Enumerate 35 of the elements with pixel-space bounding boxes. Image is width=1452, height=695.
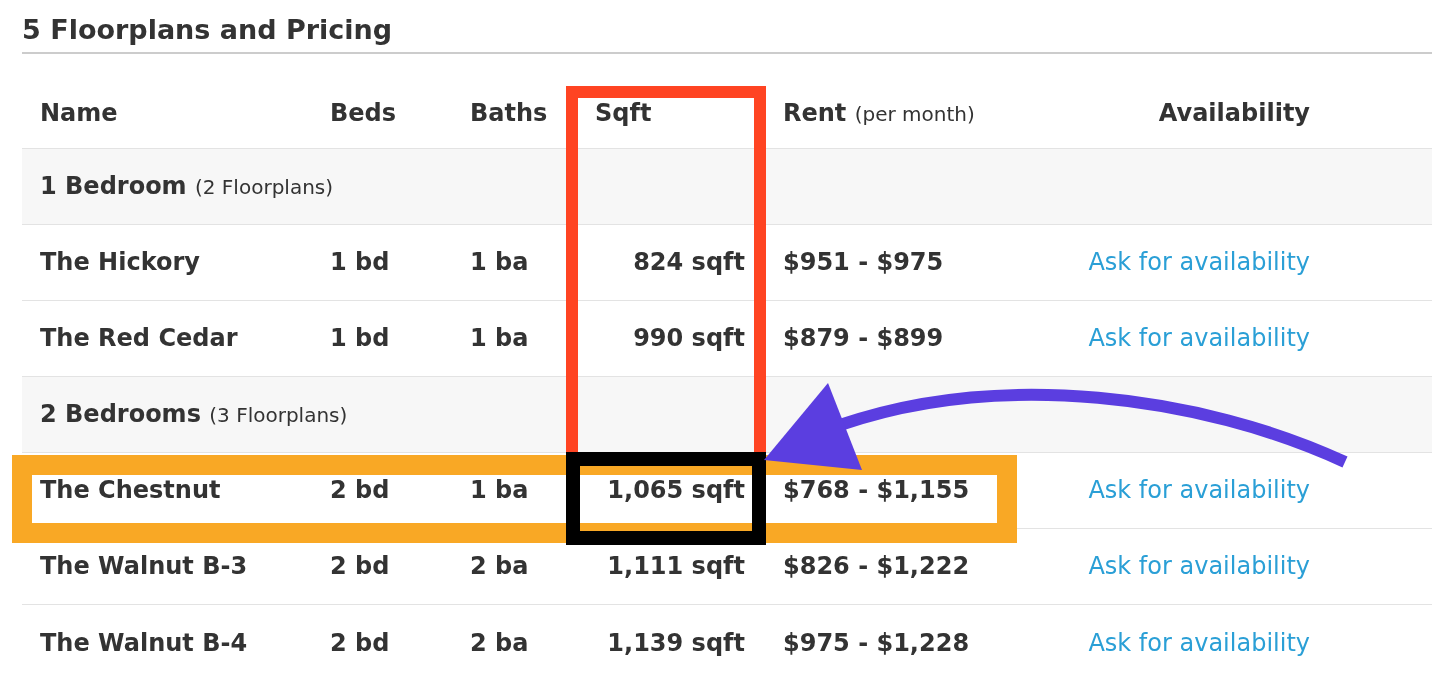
group-label: 1 Bedroom [40, 172, 187, 201]
column-header: Availability [1020, 78, 1432, 149]
column-header: Name [22, 78, 330, 149]
group-label: 2 Bedrooms [40, 400, 201, 429]
sqft-cell: 1,111 sqft [570, 528, 765, 605]
baths-cell: 1 ba [470, 452, 570, 529]
column-header: Beds [330, 78, 470, 149]
sqft-cell: 824 sqft [570, 224, 765, 301]
availability-link[interactable]: Ask for availability [1088, 248, 1310, 277]
baths-cell: 2 ba [470, 604, 570, 681]
section-title: 5 Floorplans and Pricing [22, 14, 1432, 55]
baths-cell: 2 ba [470, 528, 570, 605]
beds-cell: 1 bd [330, 224, 470, 301]
rent-cell: $826 - $1,222 [765, 528, 1020, 605]
group-count: (2 Floorplans) [195, 175, 334, 200]
baths-cell: 1 ba [470, 224, 570, 301]
floorplan-name: The Walnut B-4 [22, 604, 330, 681]
column-header-note: (per month) [854, 102, 975, 127]
beds-cell: 2 bd [330, 452, 470, 529]
rent-cell: $975 - $1,228 [765, 604, 1020, 681]
floorplan-name: The Hickory [22, 224, 330, 301]
column-header: Sqft [570, 78, 765, 149]
beds-cell: 2 bd [330, 604, 470, 681]
sqft-cell: 1,139 sqft [570, 604, 765, 681]
availability-link[interactable]: Ask for availability [1088, 476, 1310, 505]
beds-cell: 2 bd [330, 528, 470, 605]
floorplan-name: The Chestnut [22, 452, 330, 529]
availability-link[interactable]: Ask for availability [1088, 324, 1310, 353]
column-header: Rent [783, 99, 847, 128]
column-header: Baths [470, 78, 570, 149]
rent-cell: $951 - $975 [765, 224, 1020, 301]
group-count: (3 Floorplans) [209, 403, 348, 428]
floorplan-name: The Walnut B-3 [22, 528, 330, 605]
availability-link[interactable]: Ask for availability [1088, 552, 1310, 581]
availability-link[interactable]: Ask for availability [1088, 628, 1310, 657]
